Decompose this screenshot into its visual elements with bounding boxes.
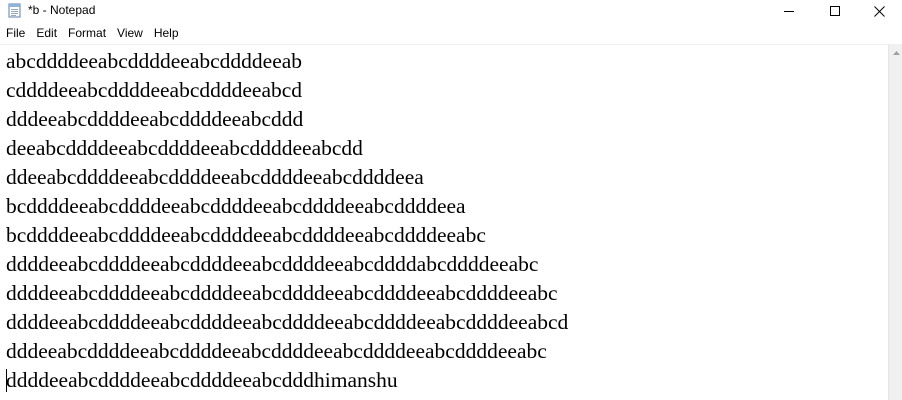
close-button[interactable]: [857, 0, 902, 22]
title-bar[interactable]: *b - Notepad: [0, 0, 902, 22]
menu-file[interactable]: File: [0, 24, 30, 43]
menu-format[interactable]: Format: [62, 24, 111, 43]
text-line: dddeeabcddddeeabcddddeeabcddd: [6, 107, 304, 131]
text-line: bcddddeeabcddddeeabcddddeeabcddddeeabcdd…: [6, 223, 486, 247]
text-editor[interactable]: abcddddeeabcddddeeabcddddeeab cddddeeabc…: [0, 44, 888, 400]
text-line: ddddeeabcddddeeabcddddeeabcddddeeabcdddd…: [6, 252, 539, 276]
text-line: cddddeeabcddddeeabcddddeeabcd: [6, 78, 303, 102]
text-line: abcddddeeabcddddeeabcddddeeab: [6, 49, 303, 73]
text-line: ddddeeabcddddeeabcddddeeabcddddeeabcdddd…: [6, 310, 569, 334]
menu-bar: File Edit Format View Help: [0, 24, 902, 43]
notepad-icon[interactable]: [7, 3, 22, 18]
minimize-button[interactable]: [766, 0, 811, 22]
vertical-scrollbar[interactable]: [888, 44, 902, 400]
menu-help[interactable]: Help: [148, 24, 184, 43]
scroll-up-arrow-icon: [892, 50, 900, 55]
text-line: ddddeeabcddddeeabcddddeeabcddddeeabcdddd…: [6, 281, 558, 305]
text-line: deeabcddddeeabcddddeeabcddddeeabcdd: [6, 136, 363, 160]
maximize-button[interactable]: [812, 0, 857, 22]
text-line: ddddeeabcddddeeabcddddeeabcdddhimanshu: [6, 368, 398, 392]
scroll-up-button[interactable]: [889, 44, 902, 61]
text-line: dddeeabcddddeeabcddddeeabcddddeeabcdddde…: [6, 339, 547, 363]
close-icon: [874, 5, 885, 17]
menu-edit[interactable]: Edit: [30, 24, 62, 43]
minimize-icon: [783, 11, 794, 12]
text-line: bcddddeeabcddddeeabcddddeeabcddddeeabcdd…: [6, 194, 466, 218]
notepad-window: *b - Notepad File Edit Format View Help …: [0, 0, 902, 400]
text-caret: [6, 369, 7, 392]
maximize-icon: [829, 6, 840, 16]
text-line: ddeeabcddddeeabcddddeeabcddddeeabcddddee…: [6, 165, 424, 189]
window-title: *b - Notepad: [28, 3, 96, 17]
menu-view[interactable]: View: [111, 24, 148, 43]
